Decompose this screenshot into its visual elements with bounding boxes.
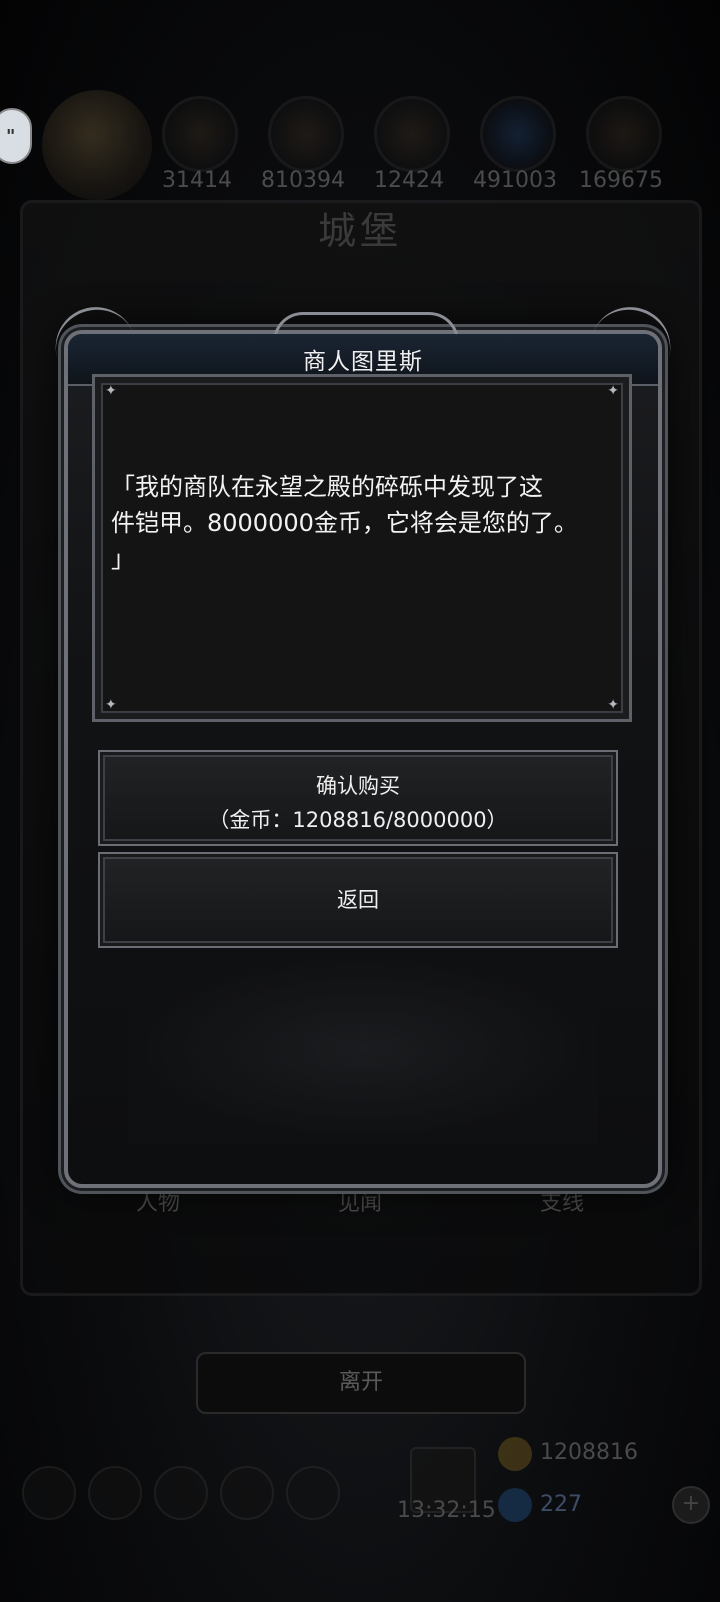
star-ornament-icon: ✦ bbox=[607, 697, 619, 713]
resource-value-1: 31414 bbox=[162, 168, 232, 193]
resource-value-2: 810394 bbox=[261, 168, 345, 193]
back-button[interactable]: 返回 bbox=[98, 852, 618, 948]
confirm-purchase-label: 确认购买 bbox=[316, 774, 400, 798]
castle-tabs: 人物 见闻 支线 bbox=[0, 1185, 720, 1225]
confirm-purchase-button[interactable]: 确认购买 （金币：1208816/8000000） bbox=[98, 750, 618, 846]
resource-icon-2[interactable] bbox=[268, 96, 344, 172]
dialog-text: 「我的商队在永望之殿的碎砾中发现了这 件铠甲。8000000金币，它将会是您的了… bbox=[111, 469, 611, 577]
resource-value-5: 169675 bbox=[579, 168, 663, 193]
gold-coin-icon bbox=[498, 1437, 532, 1471]
dialog-line-3: 」 bbox=[111, 545, 135, 573]
resource-icon-5[interactable] bbox=[586, 96, 662, 172]
resource-icon-4[interactable] bbox=[480, 96, 556, 172]
leave-button[interactable]: 离开 bbox=[196, 1352, 526, 1414]
tab-side-quests[interactable]: 支线 bbox=[502, 1185, 622, 1217]
footer-icon-2[interactable] bbox=[88, 1466, 142, 1520]
castle-title: 城堡 bbox=[317, 209, 402, 253]
gem-amount: 227 bbox=[540, 1492, 582, 1517]
add-currency-button[interactable]: + bbox=[672, 1486, 710, 1524]
dialog-line-2: 件铠甲。8000000金币，它将会是您的了。 bbox=[111, 509, 578, 537]
dialog-title: 商人图里斯 bbox=[303, 349, 423, 375]
resource-value-4: 491003 bbox=[473, 168, 557, 193]
footer-icon-3[interactable] bbox=[154, 1466, 208, 1520]
chest-timer: 13:32:15 bbox=[397, 1498, 496, 1523]
merchant-dialog: 商人图里斯 ✦ ✦ ✦ ✦ 「我的商队在永望之殿的碎砾中发现了这 件铠甲。800… bbox=[45, 296, 681, 1188]
tab-characters[interactable]: 人物 bbox=[98, 1185, 218, 1217]
gold-requirement: （金币：1208816/8000000） bbox=[208, 808, 508, 832]
resource-bar: 31414 810394 12424 491003 169675 bbox=[0, 90, 720, 200]
dialog-text-box: ✦ ✦ ✦ ✦ 「我的商队在永望之殿的碎砾中发现了这 件铠甲。8000000金币… bbox=[92, 374, 632, 722]
gem-icon bbox=[498, 1488, 532, 1522]
resource-value-3: 12424 bbox=[374, 168, 444, 193]
chat-bubble-icon[interactable]: " bbox=[0, 108, 32, 164]
star-ornament-icon: ✦ bbox=[105, 383, 117, 399]
footer-bar bbox=[0, 1466, 720, 1526]
tab-journal[interactable]: 见闻 bbox=[300, 1185, 420, 1217]
star-ornament-icon: ✦ bbox=[607, 383, 619, 399]
resource-icon-3[interactable] bbox=[374, 96, 450, 172]
resource-icon-1[interactable] bbox=[162, 96, 238, 172]
dialog-line-1: 「我的商队在永望之殿的碎砾中发现了这 bbox=[111, 473, 543, 501]
dialog-background-art bbox=[128, 954, 598, 1144]
footer-icon-5[interactable] bbox=[286, 1466, 340, 1520]
star-ornament-icon: ✦ bbox=[105, 697, 117, 713]
footer-icon-4[interactable] bbox=[220, 1466, 274, 1520]
player-avatar[interactable] bbox=[42, 90, 152, 200]
gold-amount: 1208816 bbox=[540, 1440, 638, 1465]
footer-icon-1[interactable] bbox=[22, 1466, 76, 1520]
